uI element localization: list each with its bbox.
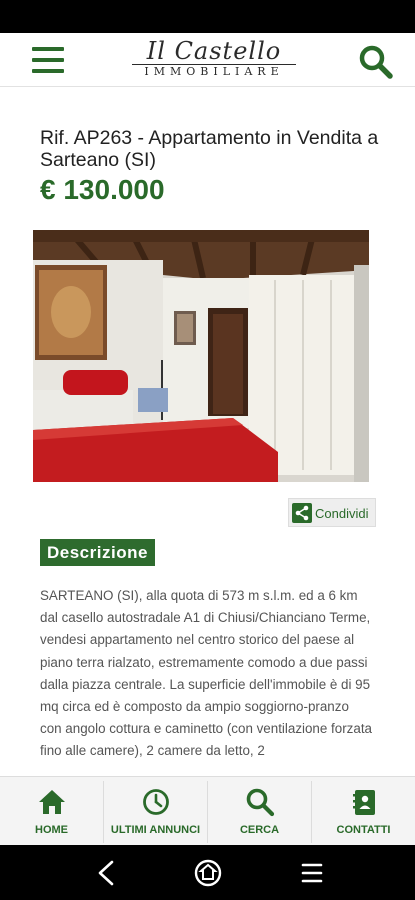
listing-photo[interactable] — [33, 230, 369, 482]
share-button[interactable]: Condividi — [288, 498, 376, 527]
hamburger-icon-line — [32, 69, 64, 73]
tab-ultimi-annunci-label: ULTIMI ANNUNCI — [110, 824, 201, 836]
room-image — [33, 230, 369, 482]
home-icon — [38, 790, 65, 814]
status-bar — [0, 0, 415, 33]
tab-contatti[interactable]: CONTATTI — [312, 777, 415, 845]
share-label: Condividi — [315, 506, 369, 521]
nav-home-button[interactable] — [190, 855, 226, 891]
nav-back-button[interactable] — [88, 855, 124, 891]
clock-icon — [142, 789, 169, 815]
search-icon — [246, 788, 274, 817]
menu-button[interactable] — [32, 47, 64, 73]
tab-ultimi-annunci[interactable]: ULTIMI ANNUNCI — [104, 777, 207, 845]
device-screen: Il Castello IMMOBILIARE Rif. AP263 - App… — [0, 0, 415, 900]
tab-cerca[interactable]: CERCA — [208, 777, 311, 845]
logo-line1: Il Castello — [146, 37, 282, 65]
tab-home-label: HOME — [35, 824, 68, 836]
recent-apps-icon — [301, 863, 323, 883]
home-circle-icon — [194, 859, 222, 887]
logo[interactable]: Il Castello IMMOBILIARE — [128, 37, 300, 83]
system-nav-bar — [0, 845, 415, 900]
nav-menu-button[interactable] — [294, 855, 330, 891]
back-icon — [98, 860, 114, 886]
tab-cerca-label: CERCA — [239, 824, 280, 836]
share-icon — [292, 503, 312, 523]
logo-line2: IMMOBILIARE — [144, 65, 284, 78]
bottom-tab-bar: HOME ULTIMI ANNUNCI CERCA CONTATTI — [0, 776, 415, 845]
app-view: Il Castello IMMOBILIARE Rif. AP263 - App… — [0, 33, 415, 845]
listing-price: € 130.000 — [40, 174, 165, 205]
description-heading: Descrizione — [40, 539, 155, 566]
header-search-button[interactable] — [357, 43, 395, 79]
hamburger-icon-line — [32, 47, 64, 51]
tab-home[interactable]: HOME — [0, 777, 103, 845]
app-header: Il Castello IMMOBILIARE — [0, 33, 415, 87]
hamburger-icon-line — [32, 58, 64, 62]
description-text: SARTEANO (SI), alla quota di 573 m s.l.m… — [40, 588, 372, 759]
listing-title: Rif. AP263 - Appartamento in Vendita a S… — [40, 127, 379, 171]
contact-book-icon — [352, 790, 375, 815]
search-icon — [359, 45, 393, 79]
tab-contatti-label: CONTATTI — [336, 824, 391, 836]
